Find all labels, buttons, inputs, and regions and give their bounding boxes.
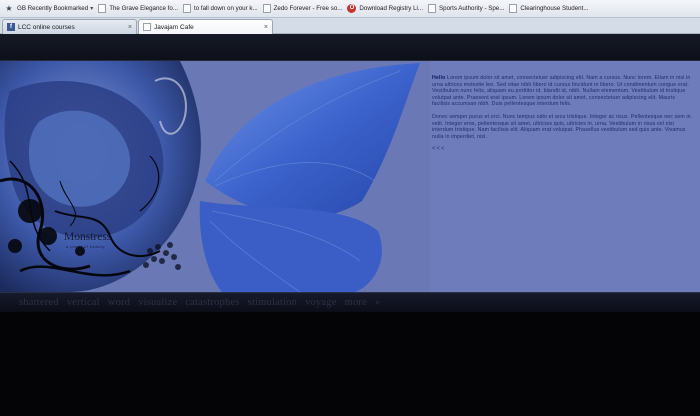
page-icon xyxy=(509,4,518,13)
intro-lead: Hello xyxy=(432,75,446,81)
bookmark-item[interactable]: Zedo Forever - Free so... xyxy=(262,1,343,17)
page-icon xyxy=(428,4,437,13)
close-tab-icon[interactable]: × xyxy=(128,24,132,31)
nav-item[interactable]: visualize xyxy=(138,297,177,308)
close-tab-icon[interactable]: × xyxy=(264,24,268,31)
bookmark-item[interactable]: The Grave Elegance fo... xyxy=(98,1,178,17)
artwork-title: Monstress xyxy=(64,231,112,243)
page-footer-area xyxy=(0,312,700,416)
bookmark-label: GB Recently Bookmarked xyxy=(17,5,89,12)
intro-paragraph-1: Hello Lorem ipsum dolor sit amet, consec… xyxy=(432,75,691,108)
bookmark-label: to fall down on your k... xyxy=(194,5,258,12)
tab-strip: f LCC online courses × Javajam Cafe × xyxy=(0,18,700,34)
site-nav: shattered vertical word visualize catastroph… xyxy=(0,292,700,312)
facebook-favicon-icon: f xyxy=(7,23,15,31)
page-icon xyxy=(183,4,191,13)
bookmark-item[interactable]: Clearinghouse Student... xyxy=(509,1,589,17)
nav-item[interactable]: vertical xyxy=(67,297,100,308)
nav-item[interactable]: » xyxy=(375,297,380,308)
artwork-subtitle: a place of beauty xyxy=(66,244,105,249)
bookmark-label: The Grave Elegance fo... xyxy=(109,5,178,12)
banner: Monstress a place of beauty Hello Lorem … xyxy=(0,61,700,292)
tab-label: LCC online courses xyxy=(18,23,75,31)
bookmark-label: Download Registry Li... xyxy=(359,5,424,12)
nav-item[interactable]: voyage xyxy=(305,297,337,308)
bookmark-item[interactable]: Sports Authority - Spe... xyxy=(428,1,504,17)
tab-javajam-cafe[interactable]: Javajam Cafe × xyxy=(138,19,273,34)
bookmark-label: Sports Authority - Spe... xyxy=(439,5,505,12)
header-strip xyxy=(0,34,700,61)
intro-paragraph-2: Donec semper purus et orci. Nunc tempus … xyxy=(432,113,691,140)
page-favicon-icon xyxy=(143,23,151,31)
opera-icon: O xyxy=(347,4,357,13)
bookmark-label: Clearinghouse Student... xyxy=(520,5,589,12)
tab-lcc-online-courses[interactable]: f LCC online courses × xyxy=(2,19,137,34)
star-icon: ★ xyxy=(5,4,13,13)
intro-text: Hello Lorem ipsum dolor sit amet, consec… xyxy=(432,75,694,152)
tab-label: Javajam Cafe xyxy=(154,23,194,31)
bookmark-item[interactable]: O Download Registry Li... xyxy=(347,1,423,17)
nav-item[interactable]: word xyxy=(108,297,130,308)
bookmarks-bar: ★ GB Recently Bookmarked ▾ The Grave Elegan… xyxy=(0,0,700,18)
page-icon xyxy=(98,4,107,13)
page-viewport: Monstress a place of beauty Hello Lorem … xyxy=(0,34,700,416)
nav-item[interactable]: catastrophes xyxy=(185,297,239,308)
more-link[interactable]: <<< xyxy=(432,146,694,152)
nav-item[interactable]: more xyxy=(345,297,367,308)
bookmark-label: Zedo Forever - Free so... xyxy=(273,5,343,12)
nav-item[interactable]: shattered xyxy=(19,297,59,308)
bookmark-item[interactable]: to fall down on your k... xyxy=(183,1,258,17)
bookmark-item[interactable]: ★ GB Recently Bookmarked ▾ xyxy=(4,1,93,17)
butterfly-artwork xyxy=(0,61,430,292)
chevron-down-icon[interactable]: ▾ xyxy=(90,5,93,12)
page-icon xyxy=(262,4,271,13)
nav-item[interactable]: stimulation xyxy=(248,297,297,308)
